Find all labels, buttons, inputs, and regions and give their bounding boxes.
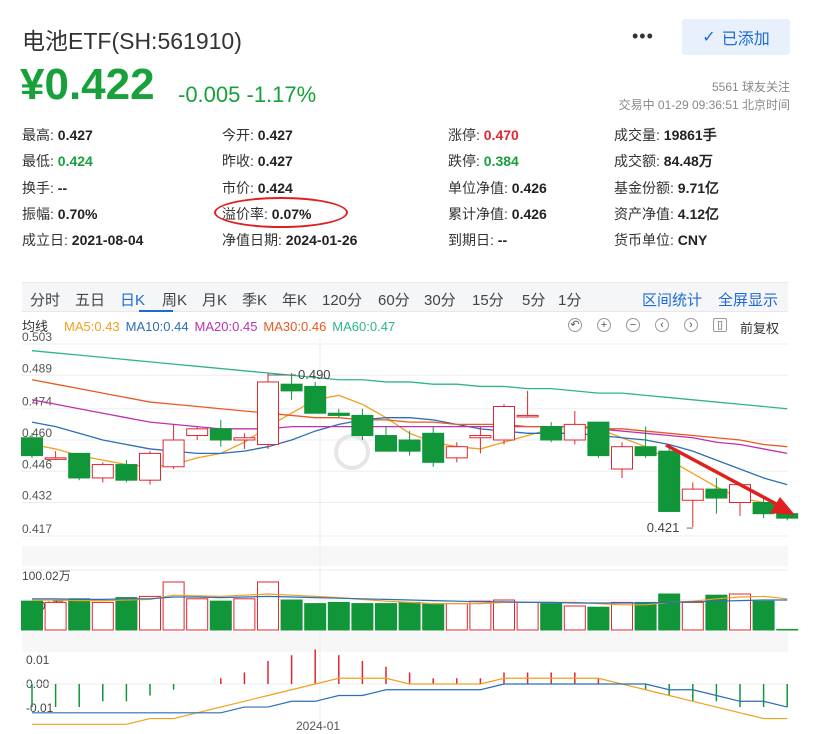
low-annotation-label: 0.421	[647, 520, 680, 535]
volume-bar	[422, 603, 445, 631]
volume-bar	[280, 599, 303, 631]
candle-body	[516, 414, 539, 418]
watermark-logo-icon	[334, 434, 370, 470]
volume-bar	[469, 600, 492, 631]
volume-bar	[44, 601, 67, 631]
candle-body	[327, 412, 350, 416]
volume-bar	[776, 628, 799, 631]
candle-body	[634, 446, 657, 457]
volume-bar	[209, 600, 232, 631]
candle-body	[587, 421, 610, 457]
volume-bar	[563, 605, 586, 631]
volume-bar	[21, 600, 43, 631]
volume-bar	[304, 603, 327, 631]
price-tick-label: 0.432	[22, 489, 52, 503]
volume-bar	[681, 601, 704, 631]
volume-bar	[115, 597, 138, 631]
candle-body	[186, 428, 209, 437]
volume-bar	[611, 601, 633, 631]
candle-body	[280, 383, 303, 392]
candle-body	[304, 385, 327, 414]
candle-body	[658, 450, 681, 512]
volume-bar	[587, 606, 610, 631]
volume-bar	[516, 601, 539, 631]
volume-bar	[445, 603, 468, 631]
candle-body	[398, 439, 421, 452]
macd-dif-line	[32, 677, 788, 725]
macd-tick-label: 0.01	[26, 653, 50, 667]
volume-bar	[91, 601, 114, 631]
candle-body	[233, 437, 256, 441]
candle-body	[540, 426, 563, 441]
price-tick-label: 0.489	[22, 361, 52, 375]
candle-body	[115, 464, 138, 481]
candle-body	[493, 406, 515, 441]
volume-bar	[351, 603, 374, 631]
price-tick-label: 0.417	[22, 522, 52, 536]
volume-bar	[139, 595, 161, 631]
candle-body	[563, 423, 586, 441]
volume-bar	[233, 598, 256, 631]
price-tick-label: 0.503	[22, 330, 52, 344]
kline-chart[interactable]: 0.5030.4890.4740.4600.4460.4320.4172024-…	[0, 0, 816, 734]
volume-bar	[162, 581, 185, 631]
volume-bar	[540, 603, 563, 631]
volume-bar	[398, 601, 421, 631]
candle-body	[91, 464, 114, 479]
candle-body	[681, 488, 704, 501]
volume-tick-label: 100.02万	[22, 569, 71, 583]
candle-body	[162, 439, 185, 468]
volume-bar	[375, 603, 397, 631]
candle-body	[68, 452, 91, 479]
macd-dea-line	[32, 683, 788, 714]
candle-body	[257, 381, 279, 445]
price-tick-label: 0.474	[22, 395, 52, 409]
volume-bar	[752, 600, 775, 631]
volume-bar	[729, 593, 751, 631]
candle-body	[611, 446, 633, 470]
volume-bar	[68, 598, 91, 631]
time-axis-label: 2024-01	[296, 719, 340, 733]
candle-body	[445, 446, 468, 459]
volume-bar	[634, 601, 657, 631]
macd-header-bg	[22, 632, 788, 652]
candle-body	[44, 457, 67, 460]
candle-body	[351, 414, 374, 437]
volume-bar	[493, 599, 515, 631]
volume-header-bg	[22, 546, 788, 566]
candle-body	[209, 428, 232, 441]
volume-bar	[327, 601, 350, 631]
volume-bar	[257, 581, 279, 631]
high-annotation-label: 0.490	[298, 367, 331, 382]
volume-bar	[186, 598, 209, 631]
volume-bar	[658, 593, 681, 631]
ma-line-ma60	[31, 350, 788, 410]
candle-body	[705, 488, 728, 499]
candle-body	[422, 432, 445, 463]
candle-body	[139, 452, 161, 481]
candle-body	[375, 435, 397, 452]
candle-body	[469, 435, 492, 439]
candle-body	[21, 437, 43, 457]
